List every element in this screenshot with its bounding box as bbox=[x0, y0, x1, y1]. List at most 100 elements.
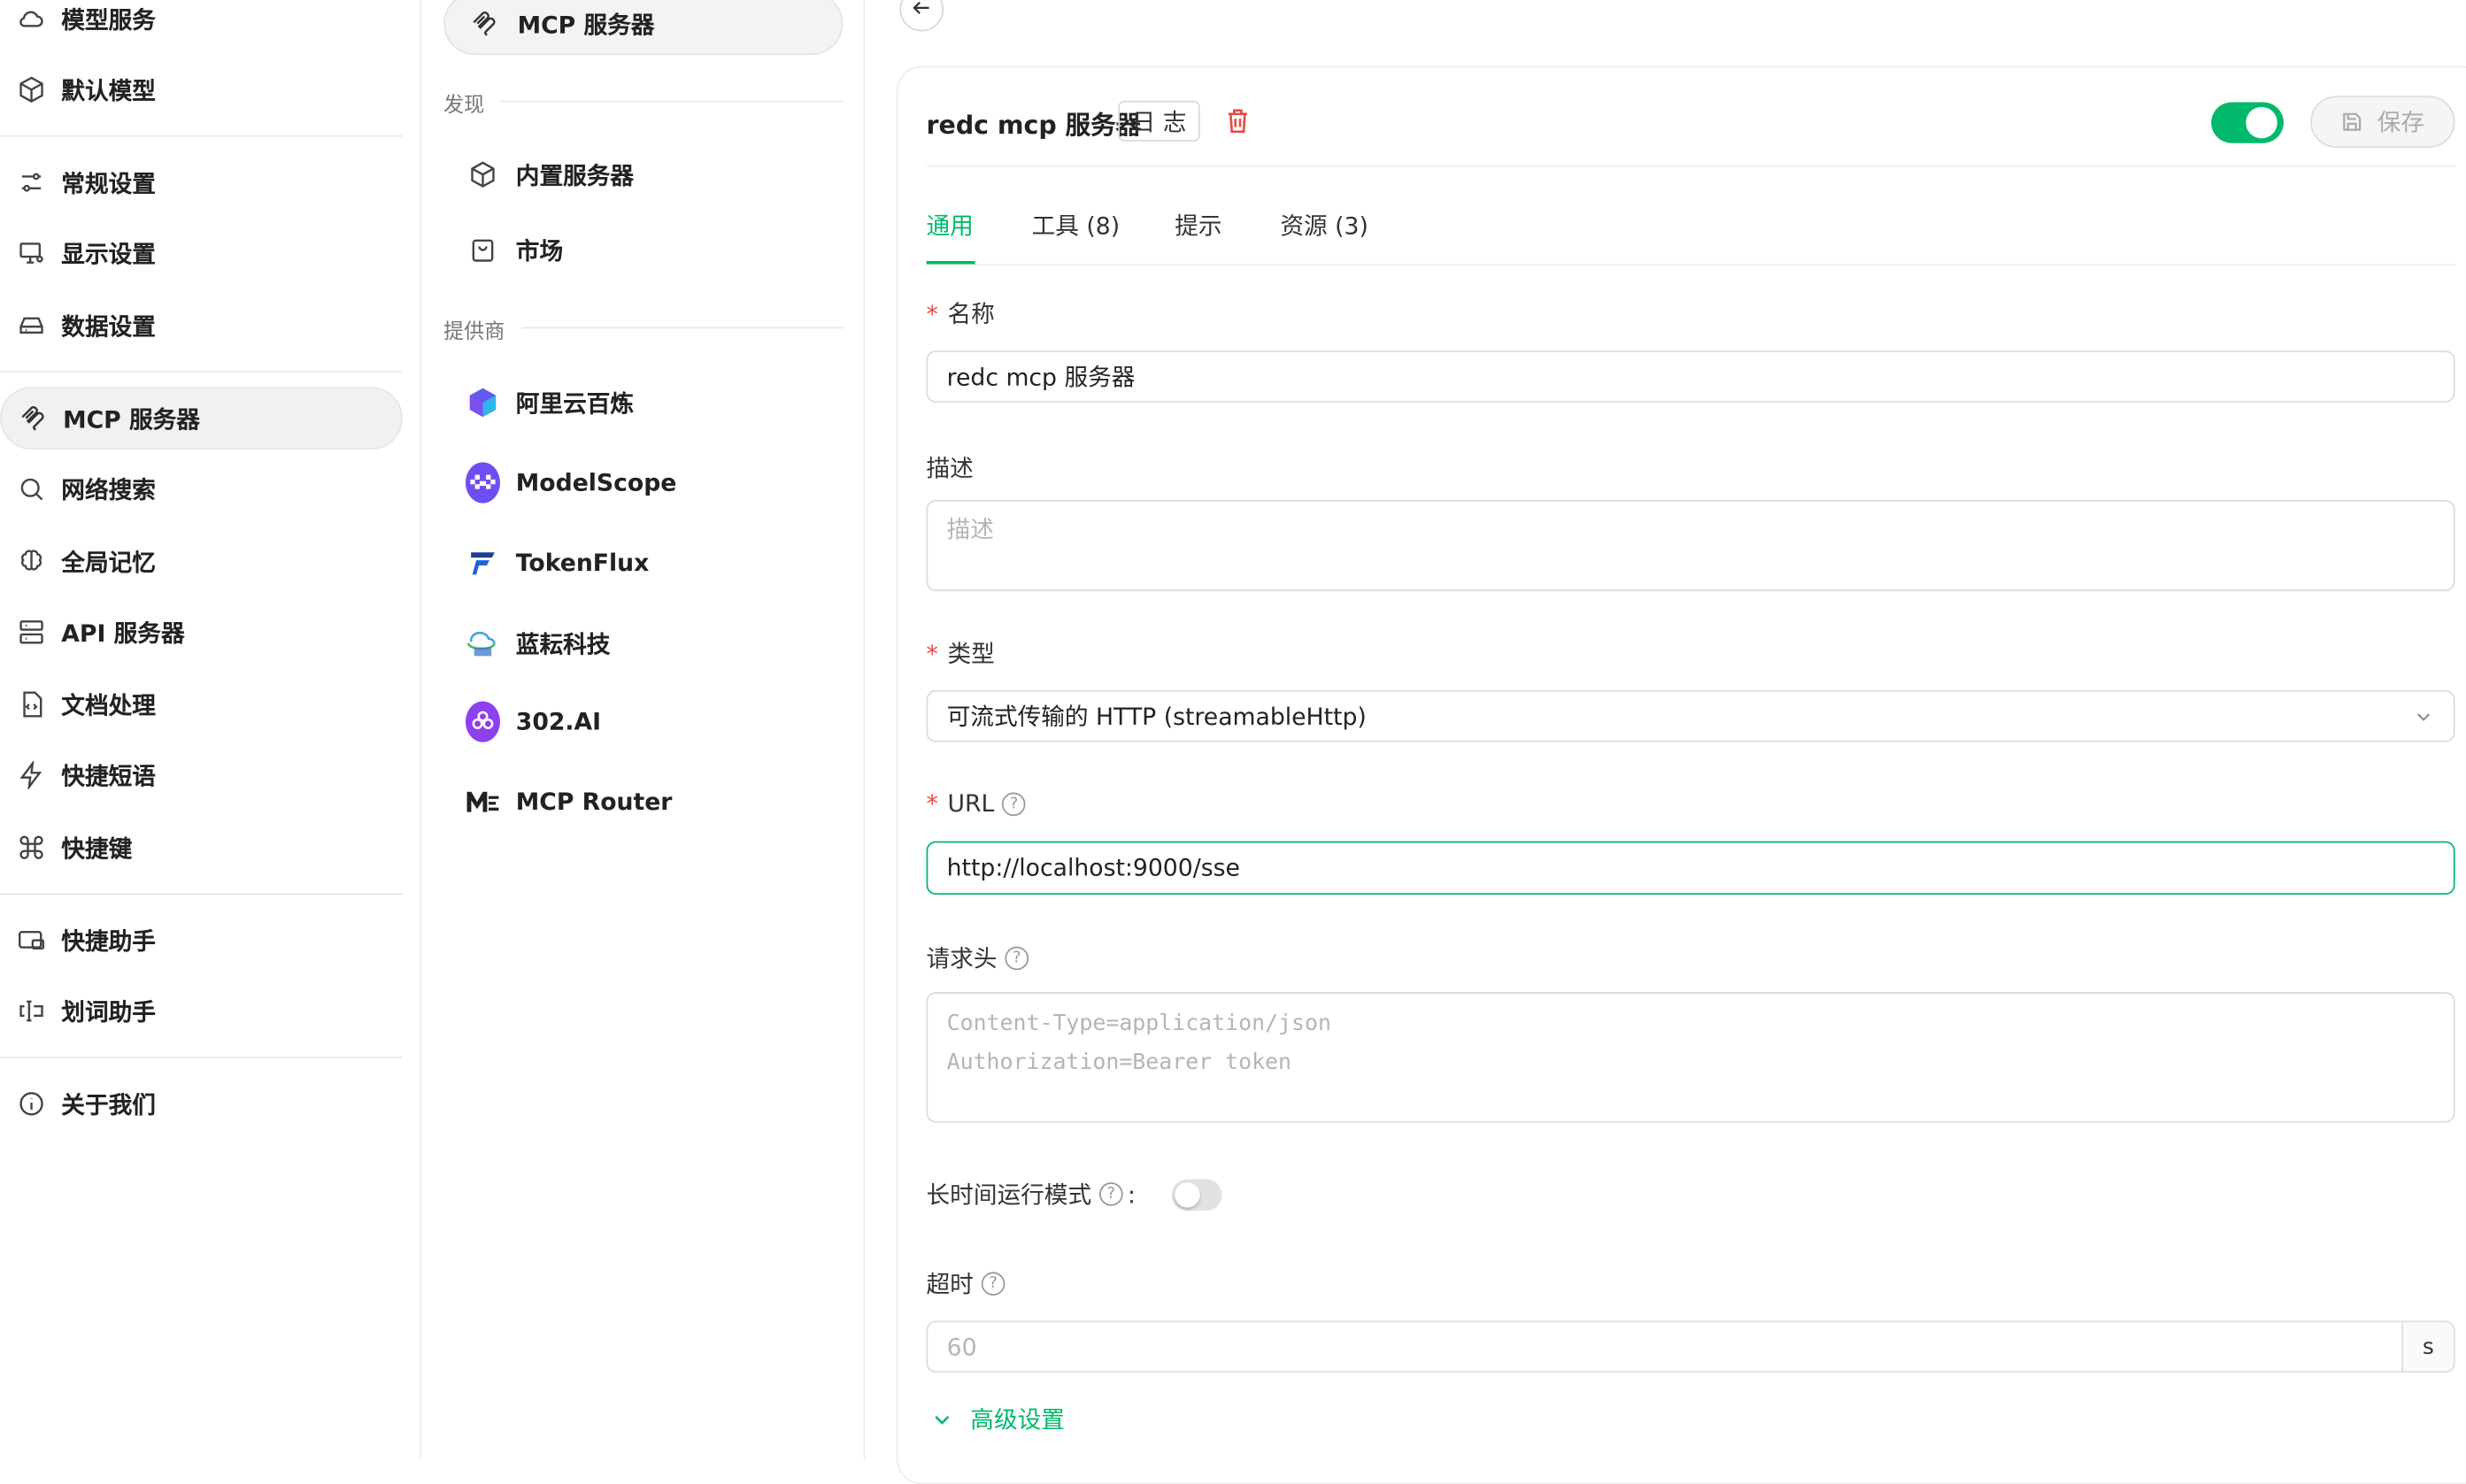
sidebar-item-global-memory[interactable]: 全局记忆 bbox=[0, 530, 403, 593]
tokenflux-logo-icon bbox=[466, 546, 500, 581]
arrow-left-icon bbox=[911, 0, 933, 25]
type-label: * 类型 bbox=[927, 637, 995, 670]
save-icon bbox=[2341, 110, 2365, 134]
advanced-settings-toggle[interactable]: 高级设置 bbox=[929, 1403, 1065, 1435]
marketplace-item[interactable]: 市场 bbox=[443, 219, 843, 281]
provider-item-302ai[interactable]: 302.AI bbox=[443, 690, 843, 753]
save-button[interactable]: 保存 bbox=[2310, 96, 2455, 149]
help-icon[interactable]: ? bbox=[981, 1272, 1006, 1296]
sidebar-item-display-settings[interactable]: 显示设置 bbox=[0, 222, 403, 285]
command-icon bbox=[16, 832, 48, 864]
provider-label: 302.AI bbox=[515, 707, 602, 736]
save-label: 保存 bbox=[2377, 108, 2424, 137]
sidebar-item-label: 快捷键 bbox=[61, 834, 133, 863]
toggle-knob bbox=[2246, 106, 2277, 139]
sidebar-item-label: 常规设置 bbox=[61, 169, 156, 197]
mcp-servers-item[interactable]: MCP 服务器 bbox=[443, 0, 844, 56]
sidebar-item-label: 网络搜索 bbox=[61, 475, 156, 504]
sidebar-item-quick-phrases[interactable]: 快捷短语 bbox=[0, 743, 403, 806]
description-textarea[interactable]: 描述 bbox=[926, 500, 2455, 592]
document-code-icon bbox=[16, 688, 48, 720]
monitor-icon bbox=[16, 237, 48, 269]
server-enabled-toggle[interactable] bbox=[2211, 102, 2284, 143]
url-input[interactable]: http://localhost:9000/sse bbox=[926, 841, 2455, 895]
name-label: * 名称 bbox=[927, 297, 995, 330]
help-icon[interactable]: ? bbox=[1002, 791, 1026, 816]
type-value: 可流式传输的 HTTP (streamableHttp) bbox=[946, 703, 1367, 732]
sidebar-item-label: 全局记忆 bbox=[61, 548, 156, 577]
back-button[interactable] bbox=[899, 0, 944, 32]
provider-label: ModelScope bbox=[515, 468, 677, 497]
provider-item-lanyun[interactable]: 蓝耘科技 bbox=[443, 611, 843, 674]
sidebar-item-default-model[interactable]: 默认模型 bbox=[0, 58, 403, 121]
header-divider bbox=[926, 165, 2455, 167]
sidebar-item-document-processing[interactable]: 文档处理 bbox=[0, 673, 403, 735]
chevron-down-icon bbox=[2413, 705, 2435, 727]
tab-tools[interactable]: 工具 (8) bbox=[1032, 209, 1121, 242]
provider-item-modelscope[interactable]: ModelScope bbox=[443, 451, 843, 514]
bailian-logo-icon bbox=[466, 385, 500, 419]
advanced-settings-label: 高级设置 bbox=[970, 1405, 1065, 1434]
sidebar-item-selection-assistant[interactable]: 划词助手 bbox=[0, 980, 403, 1042]
sidebar-border bbox=[420, 0, 422, 1459]
sidebar-item-mcp-servers[interactable]: MCP 服务器 bbox=[0, 387, 403, 450]
required-mark: * bbox=[926, 639, 938, 668]
tab-general[interactable]: 通用 bbox=[927, 209, 974, 242]
cloud-icon bbox=[16, 4, 48, 35]
sidebar-divider bbox=[0, 135, 403, 137]
delete-button[interactable] bbox=[1223, 107, 1252, 142]
chevron-down-icon bbox=[929, 1406, 954, 1431]
provider-item-tokenflux[interactable]: TokenFlux bbox=[443, 532, 843, 595]
timeout-label: 超时? bbox=[927, 1267, 1006, 1300]
sidebar-item-shortcuts[interactable]: 快捷键 bbox=[0, 816, 403, 879]
help-icon[interactable]: ? bbox=[1005, 946, 1029, 971]
cube-icon bbox=[16, 74, 48, 106]
sidebar-item-data-settings[interactable]: 数据设置 bbox=[0, 294, 403, 357]
url-label: * URL? bbox=[927, 789, 1026, 818]
sidebar-item-label: 文档处理 bbox=[61, 690, 156, 719]
list-border bbox=[863, 0, 866, 1459]
description-placeholder: 描述 bbox=[946, 515, 994, 544]
lanyun-logo-icon bbox=[466, 626, 500, 660]
sidebar-item-label: 快捷短语 bbox=[61, 761, 156, 790]
providers-heading: 提供商 bbox=[443, 320, 505, 345]
long-running-toggle[interactable] bbox=[1171, 1179, 1222, 1211]
sidebar-item-label: MCP 服务器 bbox=[63, 404, 200, 434]
help-icon[interactable]: ? bbox=[1099, 1182, 1123, 1206]
timeout-unit-addon: s bbox=[2401, 1322, 2454, 1372]
text-cursor-icon bbox=[16, 996, 48, 1027]
sidebar-item-about[interactable]: 关于我们 bbox=[0, 1073, 403, 1135]
tab-prompts[interactable]: 提示 bbox=[1175, 209, 1221, 242]
logs-button[interactable]: 日 志 bbox=[1118, 100, 1200, 142]
url-value: http://localhost:9000/sse bbox=[946, 853, 1240, 882]
builtin-servers-item[interactable]: 内置服务器 bbox=[443, 143, 843, 206]
headers-textarea[interactable]: Content-Type=application/json Authorizat… bbox=[926, 992, 2455, 1123]
headers-placeholder-line: Content-Type=application/json bbox=[946, 1011, 1331, 1036]
sidebar-item-label: 关于我们 bbox=[61, 1090, 156, 1119]
toggle-knob bbox=[1175, 1182, 1200, 1208]
provider-label: MCP Router bbox=[515, 788, 673, 817]
302ai-logo-icon bbox=[465, 701, 501, 742]
timeout-input[interactable]: 60 s bbox=[926, 1320, 2455, 1373]
type-select[interactable]: 可流式传输的 HTTP (streamableHttp) bbox=[926, 690, 2455, 742]
provider-item-mcp-router[interactable]: MCP Router bbox=[443, 771, 843, 834]
provider-label: 阿里云百炼 bbox=[515, 388, 635, 418]
sidebar-divider bbox=[0, 1057, 403, 1058]
sidebar-item-label: 快捷助手 bbox=[61, 927, 156, 956]
settings-sliders-icon bbox=[16, 166, 48, 198]
sidebar-item-web-search[interactable]: 网络搜索 bbox=[0, 458, 403, 520]
window-icon bbox=[16, 925, 48, 957]
sidebar-item-model-service[interactable]: 模型服务 bbox=[0, 0, 403, 50]
mcp-icon bbox=[18, 403, 50, 434]
sidebar-item-quick-assistant[interactable]: 快捷助手 bbox=[0, 909, 403, 972]
sidebar-item-api-server[interactable]: API 服务器 bbox=[0, 601, 403, 664]
type-label-text: 类型 bbox=[947, 640, 995, 669]
provider-item-bailian[interactable]: 阿里云百炼 bbox=[443, 371, 843, 434]
name-value: redc mcp 服务器 bbox=[946, 363, 1136, 392]
tab-resources[interactable]: 资源 (3) bbox=[1280, 209, 1368, 242]
headers-placeholder-line: Authorization=Bearer token bbox=[946, 1050, 1292, 1076]
name-input[interactable]: redc mcp 服务器 bbox=[926, 350, 2455, 403]
sidebar-item-general-settings[interactable]: 常规设置 bbox=[0, 151, 403, 214]
long-running-label: 长时间运行模式?: bbox=[927, 1178, 1136, 1211]
description-label: 描述 bbox=[926, 454, 974, 483]
